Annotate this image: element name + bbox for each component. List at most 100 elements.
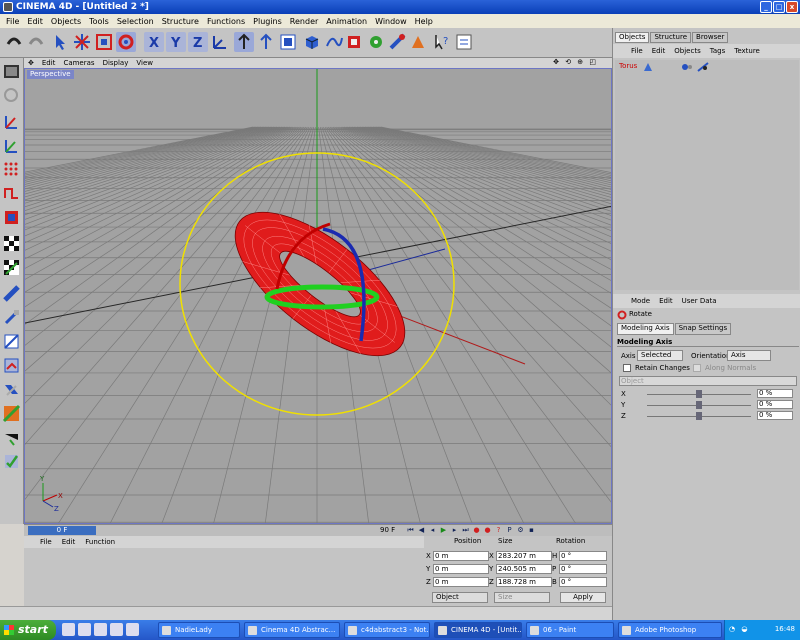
- z-axis-lock-icon[interactable]: Z: [188, 32, 208, 52]
- move-tool-icon[interactable]: [72, 32, 92, 52]
- pos-z-field[interactable]: 0 m: [433, 577, 489, 587]
- rot-b-field[interactable]: 0 °: [559, 577, 607, 587]
- position-key-icon[interactable]: P: [505, 526, 514, 535]
- next-frame-icon[interactable]: ▸: [450, 526, 459, 535]
- torus-visibility-icon[interactable]: [643, 62, 653, 72]
- make-editable-icon[interactable]: [2, 86, 21, 105]
- menu-structure[interactable]: Structure: [158, 17, 203, 26]
- slider-x-track[interactable]: [647, 390, 751, 398]
- viewport-navigation-icons[interactable]: ✥ ⟲ ⊕ ◰: [553, 58, 598, 66]
- minimize-button[interactable]: _: [760, 1, 772, 13]
- slider-z-knob[interactable]: [696, 412, 702, 420]
- x-axis-lock-icon[interactable]: X: [144, 32, 164, 52]
- maximize-button[interactable]: □: [773, 1, 785, 13]
- viewport-scene[interactable]: Y X Z: [25, 69, 612, 524]
- torus-object[interactable]: [213, 187, 428, 382]
- objmenu-texture[interactable]: Texture: [734, 47, 760, 55]
- size-y-field[interactable]: 240.505 m: [496, 564, 552, 574]
- menu-selection[interactable]: Selection: [113, 17, 158, 26]
- object-list[interactable]: Torus: [615, 60, 799, 290]
- array-tool-icon[interactable]: [366, 32, 386, 52]
- material-menu-file[interactable]: File: [40, 538, 52, 546]
- task-cinema4d-untitled[interactable]: CINEMA 4D - [Untit...: [434, 622, 522, 638]
- scale-tool-icon[interactable]: [94, 32, 114, 52]
- attrmenu-edit[interactable]: Edit: [659, 297, 673, 305]
- points-tool-icon[interactable]: [2, 160, 21, 179]
- cube-object-icon[interactable]: [302, 32, 322, 52]
- model-mode-icon[interactable]: [2, 112, 21, 131]
- task-notepad[interactable]: c4dabstract3 - Not...: [344, 622, 430, 638]
- render-settings-icon[interactable]: [454, 32, 474, 52]
- size-mode-dropdown[interactable]: Size: [494, 592, 550, 603]
- snap-icon[interactable]: [2, 428, 21, 447]
- workplane-icon[interactable]: [2, 404, 21, 423]
- tab-browser[interactable]: Browser: [692, 32, 729, 43]
- clock[interactable]: 16:48: [775, 625, 795, 633]
- along-normals-checkbox[interactable]: [693, 364, 701, 372]
- spline-tool-icon[interactable]: [324, 32, 344, 52]
- menu-help[interactable]: Help: [411, 17, 437, 26]
- slider-y-knob[interactable]: [696, 401, 702, 409]
- axis-dropdown[interactable]: Selected: [637, 350, 683, 361]
- start-button[interactable]: start: [0, 620, 56, 640]
- goto-start-icon[interactable]: ⏮: [406, 526, 415, 535]
- render-region-icon[interactable]: [278, 32, 298, 52]
- menu-file[interactable]: File: [2, 17, 23, 26]
- attrmenu-userdata[interactable]: User Data: [682, 297, 717, 305]
- menu-functions[interactable]: Functions: [203, 17, 249, 26]
- inverse-kinematics-icon[interactable]: [2, 356, 21, 375]
- texture-axis-icon[interactable]: [2, 258, 21, 277]
- menu-plugins[interactable]: Plugins: [249, 17, 286, 26]
- menu-window[interactable]: Window: [371, 17, 411, 26]
- points-mode-icon[interactable]: [256, 32, 276, 52]
- tray-icons[interactable]: ◔ ◒: [729, 625, 749, 633]
- objmenu-file[interactable]: File: [631, 47, 643, 55]
- texture-tag-icon[interactable]: [697, 62, 709, 72]
- nurbs-tool-icon[interactable]: [344, 32, 364, 52]
- tab-modeling-axis[interactable]: Modeling Axis: [617, 323, 674, 335]
- task-cinema4d-abstract[interactable]: Cinema 4D Abstrac...: [244, 622, 340, 638]
- quicklaunch-media-icon[interactable]: [94, 623, 107, 636]
- coord-mode-dropdown[interactable]: Object: [432, 592, 488, 603]
- slider-y-track[interactable]: [647, 401, 751, 409]
- menu-tools[interactable]: Tools: [85, 17, 113, 26]
- object-mode-icon[interactable]: [2, 136, 21, 155]
- object-axis-icon[interactable]: [2, 284, 21, 303]
- size-x-field[interactable]: 283.207 m: [496, 551, 552, 561]
- menu-render[interactable]: Render: [286, 17, 322, 26]
- task-photoshop[interactable]: Adobe Photoshop: [618, 622, 722, 638]
- viewport-layout-icon[interactable]: [2, 62, 21, 81]
- task-nadielady[interactable]: NadieLady: [158, 622, 240, 638]
- viewport-menu-display[interactable]: Display: [103, 59, 129, 67]
- tab-snap-settings[interactable]: Snap Settings: [674, 323, 732, 335]
- objmenu-tags[interactable]: Tags: [710, 47, 726, 55]
- menu-animation[interactable]: Animation: [322, 17, 371, 26]
- slider-z-value[interactable]: 0 %: [757, 411, 793, 420]
- y-axis-lock-icon[interactable]: Y: [166, 32, 186, 52]
- play-icon[interactable]: ▶: [439, 526, 448, 535]
- rot-h-field[interactable]: 0 °: [559, 551, 607, 561]
- animation-mode-icon[interactable]: [2, 332, 21, 351]
- orientation-dropdown[interactable]: Axis: [727, 350, 771, 361]
- deformer-tool-icon[interactable]: [388, 32, 408, 52]
- tab-structure[interactable]: Structure: [650, 32, 692, 43]
- viewport-menu-cameras[interactable]: Cameras: [63, 59, 94, 67]
- polygons-tool-icon[interactable]: [2, 208, 21, 227]
- slider-x-knob[interactable]: [696, 390, 702, 398]
- quicklaunch-messenger-icon[interactable]: [110, 623, 123, 636]
- slider-y-value[interactable]: 0 %: [757, 400, 793, 409]
- rotate-tool-icon[interactable]: [116, 32, 136, 52]
- tab-objects[interactable]: Objects: [615, 32, 650, 43]
- record-icon[interactable]: ●: [472, 526, 481, 535]
- timeline[interactable]: 0 F 90 F ⏮ ◀ ◂ ▶ ▸ ⏭ ● ● ? P ⚙ ▪: [24, 524, 612, 536]
- slider-x-value[interactable]: 0 %: [757, 389, 793, 398]
- rot-p-field[interactable]: 0 °: [559, 564, 607, 574]
- material-menu-function[interactable]: Function: [85, 538, 115, 546]
- pos-y-field[interactable]: 0 m: [433, 564, 489, 574]
- redo-icon[interactable]: [26, 32, 46, 52]
- viewport-menu-view[interactable]: View: [136, 59, 153, 67]
- quantize-icon[interactable]: [2, 452, 21, 471]
- close-button[interactable]: x: [786, 1, 798, 13]
- phong-tag-icon[interactable]: [681, 62, 693, 72]
- edges-tool-icon[interactable]: [2, 184, 21, 203]
